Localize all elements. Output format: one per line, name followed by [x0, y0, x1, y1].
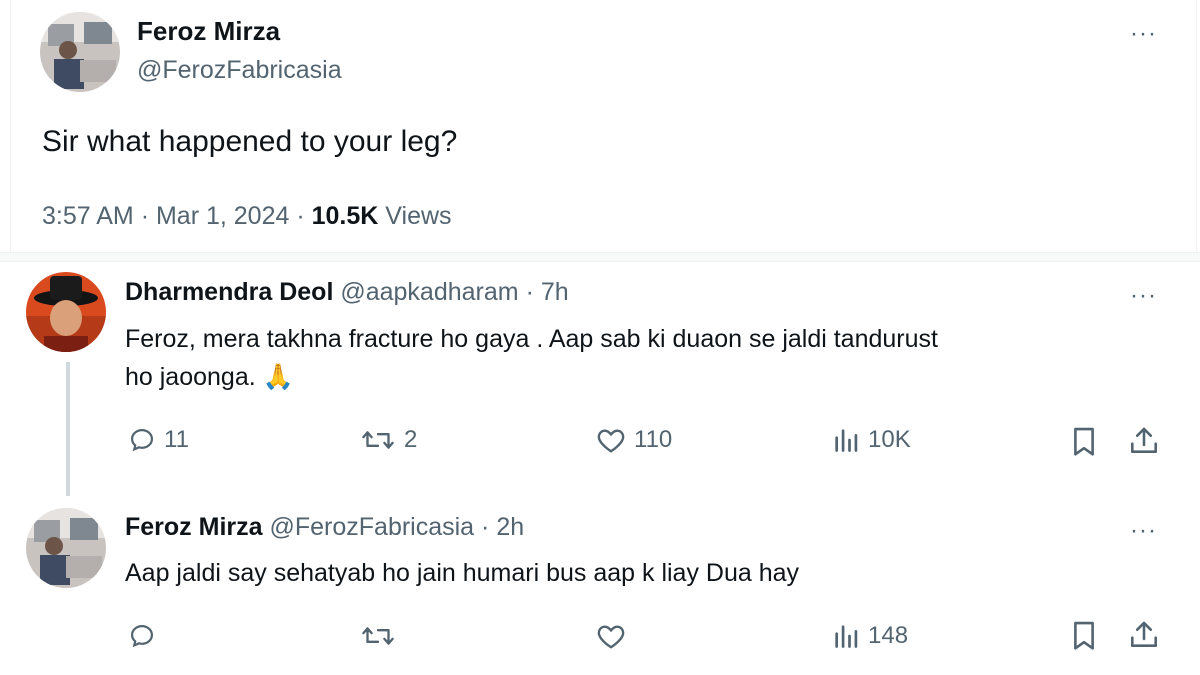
views-icon	[835, 625, 858, 648]
avatar[interactable]	[40, 12, 120, 92]
like-icon	[597, 625, 625, 649]
author-name[interactable]: Feroz Mirza	[125, 513, 263, 541]
repost-button[interactable]	[360, 622, 396, 650]
repost-icon	[362, 431, 394, 449]
tweet-text: Sir what happened to your leg?	[42, 125, 458, 158]
repost-icon	[362, 627, 394, 645]
tweet-date[interactable]: Mar 1, 2024	[156, 202, 289, 230]
like-count: 110	[634, 426, 673, 453]
divider	[10, 0, 11, 255]
like-button[interactable]	[596, 622, 626, 650]
meta-separator: ·	[140, 202, 150, 230]
views-button[interactable]: 10K	[832, 426, 911, 454]
reply-age[interactable]: 7h	[541, 278, 569, 306]
reply-age[interactable]: 2h	[496, 513, 524, 541]
more-options-button[interactable]: ···	[1130, 284, 1157, 308]
views-count: 148	[868, 622, 909, 649]
meta-separator: ·	[481, 513, 490, 541]
reply-text: Feroz, mera takhna fracture ho gaya . Aa…	[125, 320, 938, 396]
avatar[interactable]	[26, 272, 106, 352]
views-count[interactable]: 10.5K	[312, 202, 379, 230]
share-icon	[1131, 427, 1157, 453]
reply-text: Aap jaldi say sehatyab ho jain humari bu…	[125, 559, 800, 587]
reply-count: 11	[164, 426, 189, 453]
more-options-button[interactable]: ···	[1130, 22, 1157, 46]
reply-text-line: ho jaoonga. 🙏	[125, 363, 294, 391]
avatar[interactable]	[26, 508, 106, 588]
repost-button[interactable]: 2	[360, 426, 417, 454]
meta-separator: ·	[525, 278, 534, 306]
meta-separator: ·	[296, 202, 305, 230]
thread-line	[66, 362, 70, 496]
share-button[interactable]	[1128, 618, 1160, 650]
share-button[interactable]	[1128, 424, 1160, 456]
reply-button[interactable]: 11	[128, 426, 189, 454]
reply-header: Dharmendra Deol @aapkadharam · 7h	[125, 278, 569, 307]
author-handle[interactable]: @FerozFabricasia	[137, 56, 342, 85]
views-button[interactable]: 148	[832, 622, 908, 650]
author-name[interactable]: Feroz Mirza	[137, 16, 280, 47]
author-handle[interactable]: @aapkadharam	[340, 278, 518, 306]
like-icon	[597, 429, 625, 453]
reply-header: Feroz Mirza @FerozFabricasia · 2h	[125, 513, 524, 542]
repost-count: 2	[404, 426, 418, 453]
like-button[interactable]: 110	[596, 426, 672, 454]
views-label: Views	[385, 202, 452, 230]
tweet-time[interactable]: 3:57 AM	[42, 202, 134, 230]
author-handle[interactable]: @FerozFabricasia	[269, 513, 474, 541]
views-count: 10K	[868, 426, 911, 453]
bookmark-button[interactable]	[1070, 620, 1098, 652]
section-divider	[0, 252, 1200, 262]
reply-icon	[130, 428, 154, 452]
more-options-button[interactable]: ···	[1130, 519, 1157, 543]
bookmark-button[interactable]	[1070, 426, 1098, 458]
reply-text-line: Feroz, mera takhna fracture ho gaya . Aa…	[125, 325, 938, 353]
views-icon	[835, 429, 858, 452]
divider	[1196, 0, 1197, 255]
reply-icon	[130, 624, 154, 648]
tweet-meta: 3:57 AM · Mar 1, 2024 · 10.5K Views	[42, 202, 452, 231]
bookmark-icon	[1074, 621, 1094, 650]
share-icon	[1131, 621, 1157, 647]
reply-button[interactable]	[128, 622, 156, 650]
author-name[interactable]: Dharmendra Deol	[125, 278, 333, 306]
bookmark-icon	[1074, 427, 1094, 456]
